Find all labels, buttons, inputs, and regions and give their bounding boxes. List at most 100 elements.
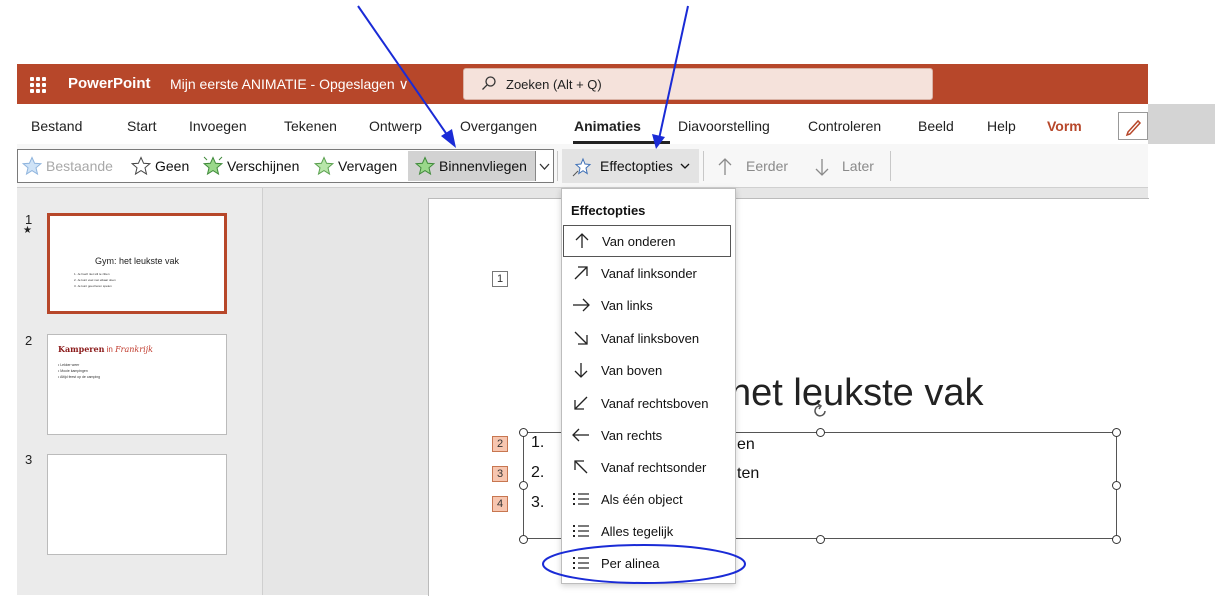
- rotate-handle-icon[interactable]: [812, 403, 828, 421]
- arrow-up-left-icon: [574, 460, 588, 474]
- arrow-down-right-icon: [574, 331, 588, 345]
- menu-item-van-rechts[interactable]: Van rechts: [563, 420, 733, 450]
- slide-thumbnail-2[interactable]: Kamperen in Frankrijk • Lekker weer • Mo…: [47, 334, 227, 435]
- list-icon: [573, 525, 589, 537]
- animation-order-tag[interactable]: 2: [492, 436, 508, 452]
- animation-vervagen[interactable]: Vervagen: [314, 150, 397, 182]
- animation-label: Geen: [155, 158, 190, 174]
- menu-item-label: Vanaf linksboven: [601, 330, 700, 346]
- arrow-up-icon: [575, 233, 589, 248]
- menu-item-van-links[interactable]: Van links: [563, 290, 733, 320]
- list-icon: [573, 493, 589, 505]
- resize-handle[interactable]: [519, 535, 528, 544]
- bullet-number: 1.: [531, 434, 545, 451]
- bullet-text: ten: [737, 465, 760, 482]
- menu-item-van-boven[interactable]: Van boven: [563, 355, 733, 385]
- thumbnail-title-part: Frankrijk: [115, 345, 153, 354]
- menu-item-vanaf-linksboven[interactable]: Vanaf linksboven: [563, 323, 733, 353]
- animation-verschijnen[interactable]: Verschijnen: [203, 150, 299, 182]
- menu-item-label: Van boven: [601, 362, 663, 378]
- resize-handle[interactable]: [816, 535, 825, 544]
- tab-start[interactable]: Start: [127, 118, 157, 134]
- thumbnail-title-part: in: [106, 345, 113, 354]
- tab-help[interactable]: Help: [987, 118, 1016, 134]
- animation-geen[interactable]: Geen: [131, 150, 189, 182]
- menu-item-label: Van rechts: [601, 427, 663, 443]
- bullet-number: 2.: [531, 464, 545, 481]
- tab-tekenen[interactable]: Tekenen: [284, 118, 337, 134]
- slide-title[interactable]: het leukste vak: [730, 372, 983, 415]
- menu-item-per-alinea[interactable]: Per alinea: [563, 548, 733, 578]
- animation-order-tag[interactable]: 1: [492, 271, 508, 287]
- ribbon-overflow-area: [1148, 104, 1215, 144]
- animation-label: Binnenvliegen: [439, 158, 527, 174]
- thumbnail-line: • Lekker weer: [58, 363, 80, 367]
- right-margin: [1148, 144, 1215, 595]
- search-placeholder: Zoeken (Alt + Q): [506, 77, 602, 92]
- move-earlier-button[interactable]: Eerder: [746, 158, 788, 174]
- app-launcher-icon[interactable]: [30, 77, 46, 93]
- tab-invoegen[interactable]: Invoegen: [189, 118, 247, 134]
- menu-item-als-een-object[interactable]: Als één object: [563, 484, 733, 514]
- menu-item-label: Van links: [601, 297, 653, 313]
- menu-item-label: Vanaf rechtsonder: [601, 459, 707, 475]
- arrow-right-icon: [573, 298, 590, 312]
- toolbar-divider: [890, 151, 891, 181]
- animation-bestaande: Bestaande: [22, 150, 113, 182]
- editing-mode-button[interactable]: [1118, 112, 1148, 140]
- thumbnail-line: • Mooie kampingen: [58, 369, 88, 373]
- star-icon: [131, 156, 151, 176]
- thumbnail-title-part: Kamperen: [58, 344, 105, 354]
- resize-handle[interactable]: [1112, 428, 1121, 437]
- arrow-down-icon: [574, 363, 588, 378]
- app-name[interactable]: PowerPoint: [68, 75, 151, 92]
- menu-item-label: Vanaf rechtsboven: [601, 395, 709, 411]
- resize-handle[interactable]: [519, 481, 528, 490]
- bullet-text: en: [737, 436, 755, 453]
- list-icon: [573, 557, 589, 569]
- effect-options-icon: [572, 157, 592, 177]
- menu-item-label: Alles tegelijk: [601, 523, 674, 539]
- animation-label: Verschijnen: [227, 158, 300, 174]
- thumbnail-line: 3. Je kunt goed leren spelen: [74, 284, 112, 288]
- animation-star-marker: ★: [23, 225, 32, 236]
- animation-binnenvliegen[interactable]: Binnenvliegen: [415, 150, 527, 182]
- tab-bestand[interactable]: Bestand: [31, 118, 82, 134]
- menu-item-van-onderen[interactable]: Van onderen: [563, 225, 731, 257]
- menu-item-label: Als één object: [601, 491, 683, 507]
- document-title[interactable]: Mijn eerste ANIMATIE - Opgeslagen ∨: [170, 76, 409, 93]
- menu-item-vanaf-rechtsboven[interactable]: Vanaf rechtsboven: [563, 388, 733, 418]
- slide-thumbnail-3[interactable]: [47, 454, 227, 555]
- tab-diavoorstelling[interactable]: Diavoorstelling: [678, 118, 770, 134]
- chevron-down-icon: [539, 163, 550, 170]
- thumbnail-title: Gym: het leukste vak: [94, 256, 180, 266]
- bullet-number: 3.: [531, 494, 545, 511]
- arrow-up-icon: [718, 158, 732, 175]
- tab-beeld[interactable]: Beeld: [918, 118, 954, 134]
- tab-controleren[interactable]: Controleren: [808, 118, 881, 134]
- menu-item-vanaf-rechtsonder[interactable]: Vanaf rechtsonder: [563, 452, 733, 482]
- animation-order-tag[interactable]: 4: [492, 496, 508, 512]
- pencil-icon: [1125, 119, 1142, 137]
- effect-options-button[interactable]: Effectopties: [562, 149, 699, 183]
- resize-handle[interactable]: [1112, 535, 1121, 544]
- arrow-up-right-icon: [574, 266, 588, 280]
- menu-header: Effectopties: [571, 203, 646, 218]
- tab-animaties[interactable]: Animaties: [574, 118, 641, 134]
- animation-order-tag[interactable]: 3: [492, 466, 508, 482]
- animation-label: Vervagen: [338, 158, 398, 174]
- menu-item-vanaf-linksonder[interactable]: Vanaf linksonder: [563, 258, 733, 288]
- resize-handle[interactable]: [519, 428, 528, 437]
- thumbnail-line: 2. Je kunt veel met elkaar doen: [74, 278, 116, 282]
- resize-handle[interactable]: [816, 428, 825, 437]
- menu-item-label: Per alinea: [601, 555, 660, 571]
- move-later-button[interactable]: Later: [842, 158, 874, 174]
- gallery-more-button[interactable]: [535, 151, 553, 181]
- slide-thumbnail-1[interactable]: Gym: het leukste vak 1. Je hoeft niet st…: [47, 213, 227, 314]
- tab-overgangen[interactable]: Overgangen: [460, 118, 537, 134]
- toolbar-divider: [703, 151, 704, 181]
- resize-handle[interactable]: [1112, 481, 1121, 490]
- menu-item-alles-tegelijk[interactable]: Alles tegelijk: [563, 516, 733, 546]
- tab-vorm[interactable]: Vorm: [1047, 118, 1082, 134]
- tab-ontwerp[interactable]: Ontwerp: [369, 118, 422, 134]
